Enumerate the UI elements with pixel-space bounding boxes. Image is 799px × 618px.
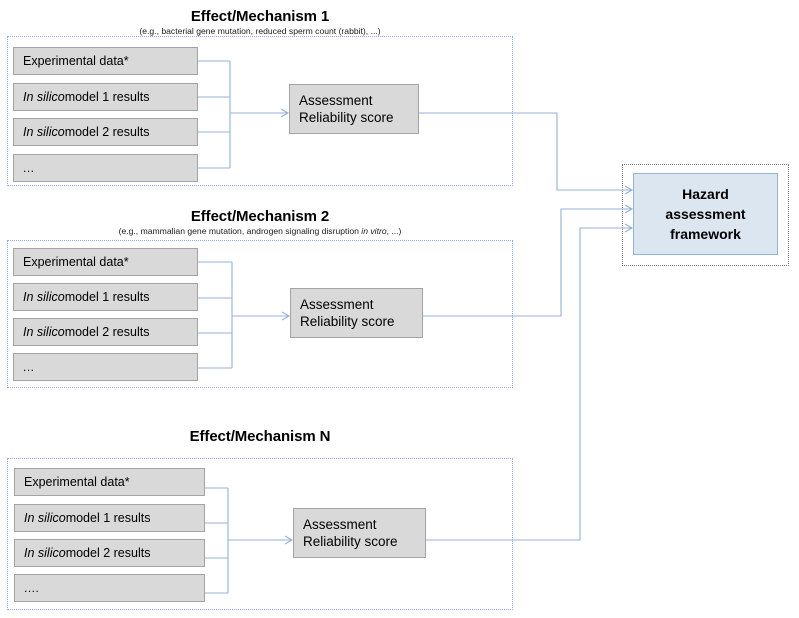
section-1-assessment-line1: Assessment <box>299 93 373 108</box>
section-1-input-experimental-data[interactable]: Experimental data* <box>13 47 198 75</box>
section-3-input-in-silico-model-1[interactable]: In silico model 1 results <box>14 504 205 532</box>
section-2-subtitle-post: , ...) <box>386 226 402 236</box>
section-1-assessment-line2: Reliability score <box>299 110 394 125</box>
section-2-input-1-label: model 1 results <box>64 290 150 304</box>
section-2-assessment-line1: Assessment <box>300 297 374 312</box>
section-3-input-ellipsis[interactable]: .... <box>14 574 205 602</box>
section-1-input-in-silico-model-2[interactable]: In silico model 2 results <box>13 118 198 146</box>
section-1-input-0-label: Experimental data* <box>23 54 129 68</box>
section-2-input-3-label: ... <box>23 360 35 374</box>
section-3-title-text: Effect/Mechanism N <box>189 428 331 445</box>
section-2-subtitle-italic: in vitro <box>361 226 387 236</box>
section-2-subtitle: (e.g., mammalian gene mutation, androgen… <box>60 226 460 237</box>
section-3-input-2-label-italic: In silico <box>24 546 66 560</box>
section-1-input-3-label: ... <box>23 161 35 175</box>
section-1-title-text: Effect/Mechanism 1 <box>190 8 330 25</box>
section-3-assessment-line1: Assessment <box>303 517 377 532</box>
section-2-input-in-silico-model-1[interactable]: In silico model 1 results <box>13 283 198 311</box>
section-1-input-1-label: model 1 results <box>64 90 150 104</box>
section-3-input-1-label: model 1 results <box>65 511 151 525</box>
section-1-input-1-label-italic: In silico <box>23 90 65 104</box>
section-3-title: Effect/Mechanism N <box>90 428 430 446</box>
section-1-input-in-silico-model-1[interactable]: In silico model 1 results <box>13 83 198 111</box>
hazard-line2: assessment <box>665 206 746 222</box>
section-3-input-3-label: .... <box>24 581 40 595</box>
section-2-assessment-box[interactable]: Assessment Reliability score <box>290 288 423 338</box>
section-2-input-2-label: model 2 results <box>64 325 150 339</box>
hazard-assessment-framework-box[interactable]: Hazard assessment framework <box>633 173 778 255</box>
section-3-input-1-label-italic: In silico <box>24 511 66 525</box>
section-3-assessment-line2: Reliability score <box>303 534 398 549</box>
section-1-title: Effect/Mechanism 1 <box>90 8 430 26</box>
section-2-title-text: Effect/Mechanism 2 <box>190 208 330 225</box>
section-2-input-ellipsis[interactable]: ... <box>13 353 198 381</box>
section-1-subtitle-pre: (e.g., bacterial gene mutation, reduced … <box>139 26 381 36</box>
section-3-input-0-label: Experimental data* <box>24 475 130 489</box>
section-1-assessment-box[interactable]: Assessment Reliability score <box>289 84 419 134</box>
section-1-input-2-label-italic: In silico <box>23 125 65 139</box>
diagram-canvas: Effect/Mechanism 1 (e.g., bacterial gene… <box>0 0 799 618</box>
section-2-input-experimental-data[interactable]: Experimental data* <box>13 248 198 276</box>
section-3-input-2-label: model 2 results <box>65 546 151 560</box>
section-3-input-experimental-data[interactable]: Experimental data* <box>14 468 205 496</box>
section-2-input-0-label: Experimental data* <box>23 255 129 269</box>
section-3-assessment-box[interactable]: Assessment Reliability score <box>293 508 426 558</box>
section-2-subtitle-pre: (e.g., mammalian gene mutation, androgen… <box>118 226 362 236</box>
section-1-input-ellipsis[interactable]: ... <box>13 154 198 182</box>
section-2-input-1-label-italic: In silico <box>23 290 65 304</box>
hazard-line3: framework <box>670 226 741 242</box>
section-2-assessment-line2: Reliability score <box>300 314 395 329</box>
section-2-title: Effect/Mechanism 2 <box>90 208 430 226</box>
section-1-input-2-label: model 2 results <box>64 125 150 139</box>
section-2-input-2-label-italic: In silico <box>23 325 65 339</box>
section-3-input-in-silico-model-2[interactable]: In silico model 2 results <box>14 539 205 567</box>
section-2-input-in-silico-model-2[interactable]: In silico model 2 results <box>13 318 198 346</box>
hazard-line1: Hazard <box>682 186 729 202</box>
